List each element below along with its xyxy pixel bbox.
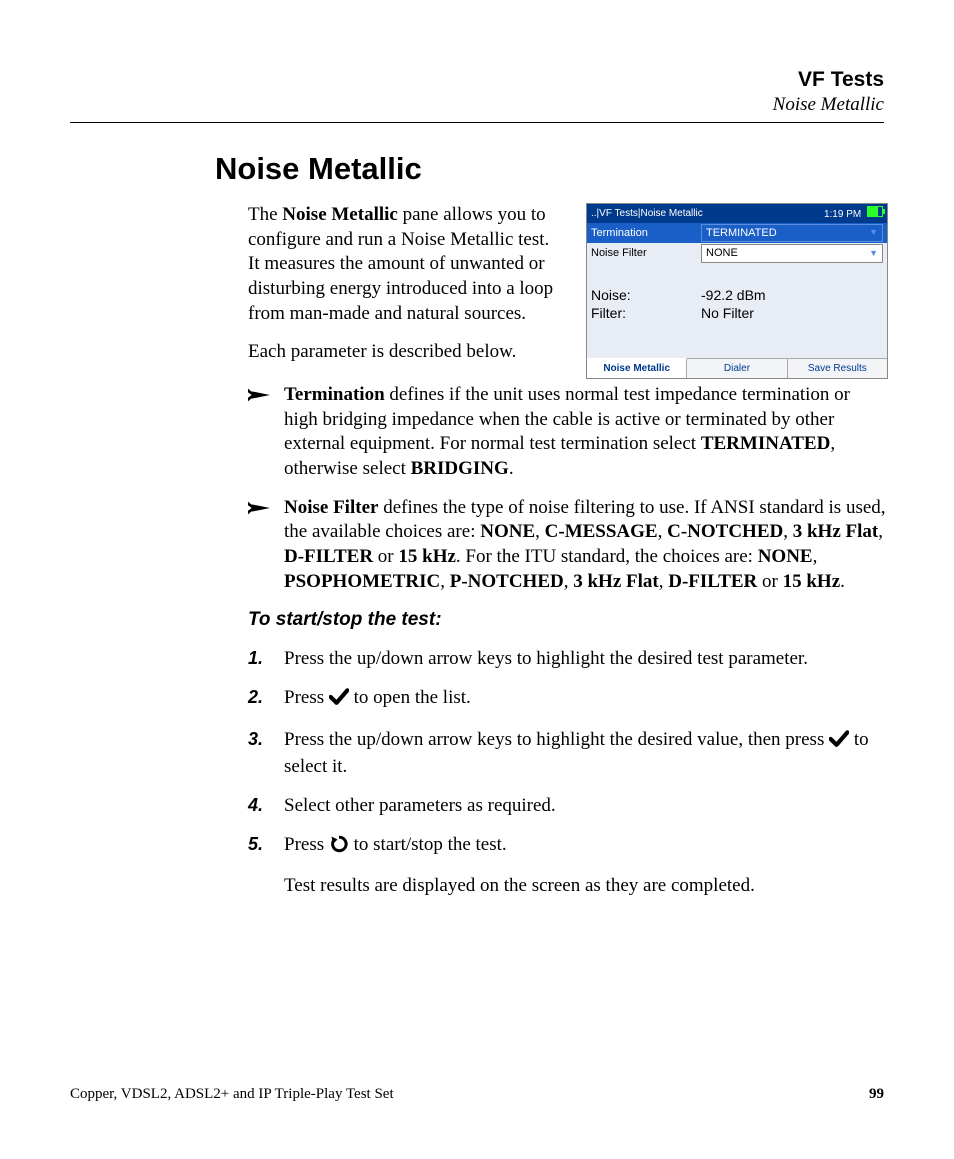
page-number: 99: [869, 1086, 884, 1103]
step-2: 2. Press to open the list.: [248, 686, 888, 714]
section-title: Noise Metallic: [215, 151, 884, 187]
screenshot-breadcrumb: ..|VF Tests|Noise Metallic: [591, 207, 703, 220]
checkmark-icon: [329, 688, 349, 714]
step-results-note: Test results are displayed on the screen…: [284, 874, 888, 899]
screenshot-row-field: NONE ▼: [701, 244, 883, 262]
screenshot-row-field: TERMINATED ▼: [701, 224, 883, 242]
screenshot-row-termination: Termination TERMINATED ▼: [587, 223, 887, 243]
bullet-noise-filter: Noise Filter defines the type of noise f…: [248, 496, 888, 595]
arrow-bullet-icon: [248, 496, 284, 595]
body-column: ..|VF Tests|Noise Metallic 1:19 PM Termi…: [248, 203, 888, 899]
page: VF Tests Noise Metallic Noise Metallic .…: [0, 0, 954, 1159]
arrow-bullet-icon: [248, 383, 284, 482]
header-rule: [70, 122, 884, 123]
procedure-steps: 1. Press the up/down arrow keys to highl…: [248, 647, 888, 899]
procedure-subhead: To start/stop the test:: [248, 608, 888, 633]
intro-block: ..|VF Tests|Noise Metallic 1:19 PM Termi…: [248, 203, 888, 383]
screenshot-tab-save-results: Save Results: [788, 359, 887, 378]
step-1: 1. Press the up/down arrow keys to highl…: [248, 647, 888, 672]
screenshot-results: Noise: -92.2 dBm Filter: No Filter: [587, 264, 887, 358]
loop-arrow-icon: [329, 835, 349, 861]
header-title: VF Tests: [70, 68, 884, 92]
screenshot-result-noise: Noise: -92.2 dBm: [591, 286, 883, 304]
battery-icon: [867, 206, 883, 217]
dropdown-caret-icon: ▼: [869, 227, 878, 239]
device-screenshot: ..|VF Tests|Noise Metallic 1:19 PM Termi…: [586, 203, 888, 379]
dropdown-caret-icon: ▼: [869, 248, 878, 260]
screenshot-row-noise-filter: Noise Filter NONE ▼: [587, 243, 887, 263]
checkmark-icon: [829, 730, 849, 756]
running-header: VF Tests Noise Metallic: [70, 68, 884, 116]
parameter-list: Termination defines if the unit uses nor…: [248, 383, 888, 595]
bullet-termination: Termination defines if the unit uses nor…: [248, 383, 888, 482]
screenshot-titlebar: ..|VF Tests|Noise Metallic 1:19 PM: [587, 204, 887, 223]
intro-paragraph-1: The Noise Metallic pane allows you to co…: [248, 203, 558, 326]
page-footer: Copper, VDSL2, ADSL2+ and IP Triple-Play…: [70, 1086, 884, 1103]
screenshot-clock: 1:19 PM: [824, 206, 883, 221]
footer-product: Copper, VDSL2, ADSL2+ and IP Triple-Play…: [70, 1086, 394, 1103]
header-subtitle: Noise Metallic: [70, 94, 884, 116]
screenshot-tab-noise-metallic: Noise Metallic: [587, 358, 687, 378]
intro-text: The Noise Metallic pane allows you to co…: [248, 203, 558, 365]
screenshot-row-label: Termination: [591, 226, 701, 240]
step-3: 3. Press the up/down arrow keys to highl…: [248, 728, 888, 780]
screenshot-row-label: Noise Filter: [591, 246, 701, 260]
screenshot-tabs: Noise Metallic Dialer Save Results: [587, 358, 887, 378]
screenshot-result-filter: Filter: No Filter: [591, 304, 883, 322]
screenshot-tab-dialer: Dialer: [687, 359, 787, 378]
step-4: 4. Select other parameters as required.: [248, 794, 888, 819]
step-5: 5. Press to start/stop the test.: [248, 833, 888, 861]
intro-paragraph-2: Each parameter is described below.: [248, 340, 558, 365]
